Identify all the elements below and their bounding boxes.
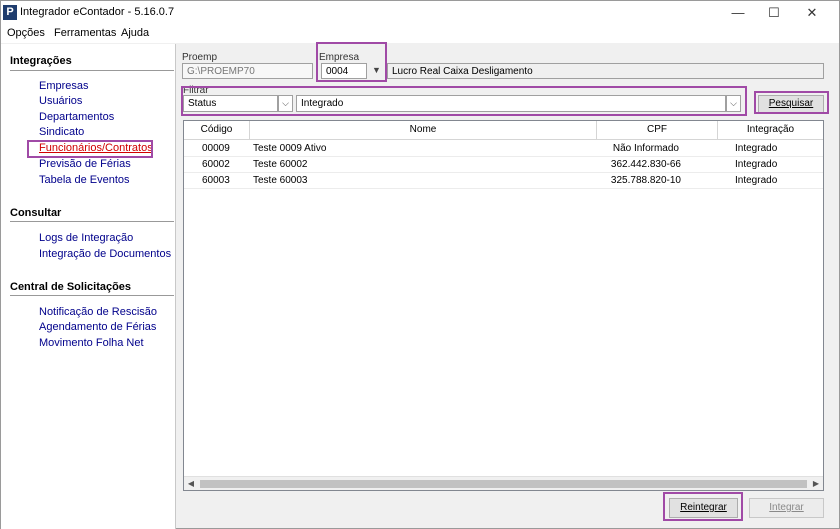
cell-codigo: 60002 [202, 159, 230, 170]
cell-nome: Teste 60002 [253, 159, 308, 170]
cell-cpf: Não Informado [612, 143, 679, 154]
filter-value-chevron-icon[interactable]: ⌵ [726, 95, 741, 112]
integrar-button[interactable]: Integrar [749, 498, 824, 518]
sidebar-item-movimento-folha-net[interactable]: Movimento Folha Net [39, 337, 144, 349]
scroll-left-icon[interactable]: ◀ [184, 477, 198, 490]
cell-cpf: 325.788.820-10 [610, 175, 681, 186]
maximize-button[interactable]: ☐ [756, 1, 792, 25]
sidebar-item-notificacao-rescisao[interactable]: Notificação de Rescisão [39, 306, 157, 318]
scrollbar-thumb[interactable] [200, 480, 807, 488]
filter-value-select[interactable]: Integrado [296, 95, 726, 112]
section-divider [10, 221, 174, 222]
proemp-field[interactable]: G:\PROEMP70 [182, 63, 313, 79]
cell-integracao: Integrado [735, 143, 778, 154]
sidebar-item-agendamento-ferias[interactable]: Agendamento de Férias [39, 321, 156, 333]
app-logo-icon: P [3, 5, 17, 20]
reintegrar-button[interactable]: Reintegrar [669, 498, 738, 518]
section-divider [10, 70, 174, 71]
column-header-codigo[interactable]: Código [184, 121, 250, 140]
cell-nome: Teste 60003 [253, 175, 308, 186]
sidebar-item-funcionarios-contratos[interactable]: Funcionários/Contratos [39, 142, 153, 154]
column-header-integracao[interactable]: Integração [718, 121, 823, 140]
close-button[interactable]: ✕ [794, 1, 830, 25]
cell-integracao: Integrado [735, 175, 778, 186]
scroll-right-icon[interactable]: ▶ [809, 477, 823, 490]
sidebar-item-usuarios[interactable]: Usuários [39, 95, 82, 107]
horizontal-scrollbar[interactable]: ◀ ▶ [184, 476, 823, 490]
sidebar: Integrações Empresas Usuários Departamen… [1, 44, 176, 529]
window-title: Integrador eContador - 5.16.0.7 [20, 6, 175, 18]
sidebar-item-logs-integracao[interactable]: Logs de Integração [39, 232, 133, 244]
filter-field-select[interactable]: Status [183, 95, 278, 112]
minimize-button[interactable]: — [720, 1, 756, 25]
menu-ferramentas[interactable]: Ferramentas [54, 27, 116, 39]
table-row[interactable]: 00009 Teste 0009 Ativo Não Informado Int… [184, 141, 823, 157]
cell-codigo: 00009 [202, 143, 230, 154]
sidebar-item-tabela-eventos[interactable]: Tabela de Eventos [39, 174, 130, 186]
menu-opcoes[interactable]: Opções [7, 27, 45, 39]
title-bar: P Integrador eContador - 5.16.0.7 — ☐ ✕ [1, 1, 839, 25]
proemp-label: Proemp [182, 52, 218, 63]
sidebar-section-integracoes: Integrações [10, 55, 72, 67]
column-header-nome[interactable]: Nome [250, 121, 597, 140]
sidebar-item-sindicato[interactable]: Sindicato [39, 126, 84, 138]
empresa-name-field: Lucro Real Caixa Desligamento [387, 63, 824, 79]
section-divider [10, 295, 174, 296]
search-button[interactable]: Pesquisar [758, 95, 824, 113]
cell-codigo: 60003 [202, 175, 230, 186]
table-header: Código Nome CPF Integração [184, 121, 823, 140]
table-row[interactable]: 60003 Teste 60003 325.788.820-10 Integra… [184, 173, 823, 189]
cell-integracao: Integrado [735, 159, 778, 170]
sidebar-section-central-solicitacoes: Central de Solicitações [10, 281, 132, 293]
cell-nome: Teste 0009 Ativo [253, 143, 327, 154]
empresa-label: Empresa [319, 52, 360, 63]
employees-table: Código Nome CPF Integração 00009 Teste 0… [183, 120, 824, 491]
sidebar-item-previsao-ferias[interactable]: Previsão de Férias [39, 158, 131, 170]
empresa-dropdown-icon[interactable]: ▼ [369, 63, 384, 79]
sidebar-item-integracao-documentos[interactable]: Integração de Documentos [39, 248, 171, 260]
menu-ajuda[interactable]: Ajuda [121, 27, 149, 39]
sidebar-item-empresas[interactable]: Empresas [39, 80, 89, 92]
app-window: P Integrador eContador - 5.16.0.7 — ☐ ✕ … [0, 0, 840, 529]
filter-field-chevron-icon[interactable]: ⌵ [278, 95, 293, 112]
table-row[interactable]: 60002 Teste 60002 362.442.830-66 Integra… [184, 157, 823, 173]
empresa-code-field[interactable]: 0004 [321, 63, 367, 79]
sidebar-item-departamentos[interactable]: Departamentos [39, 111, 114, 123]
sidebar-section-consultar: Consultar [10, 207, 62, 219]
menu-bar: Opções Ferramentas Ajuda [1, 25, 839, 43]
cell-cpf: 362.442.830-66 [610, 159, 681, 170]
column-header-cpf[interactable]: CPF [597, 121, 718, 140]
